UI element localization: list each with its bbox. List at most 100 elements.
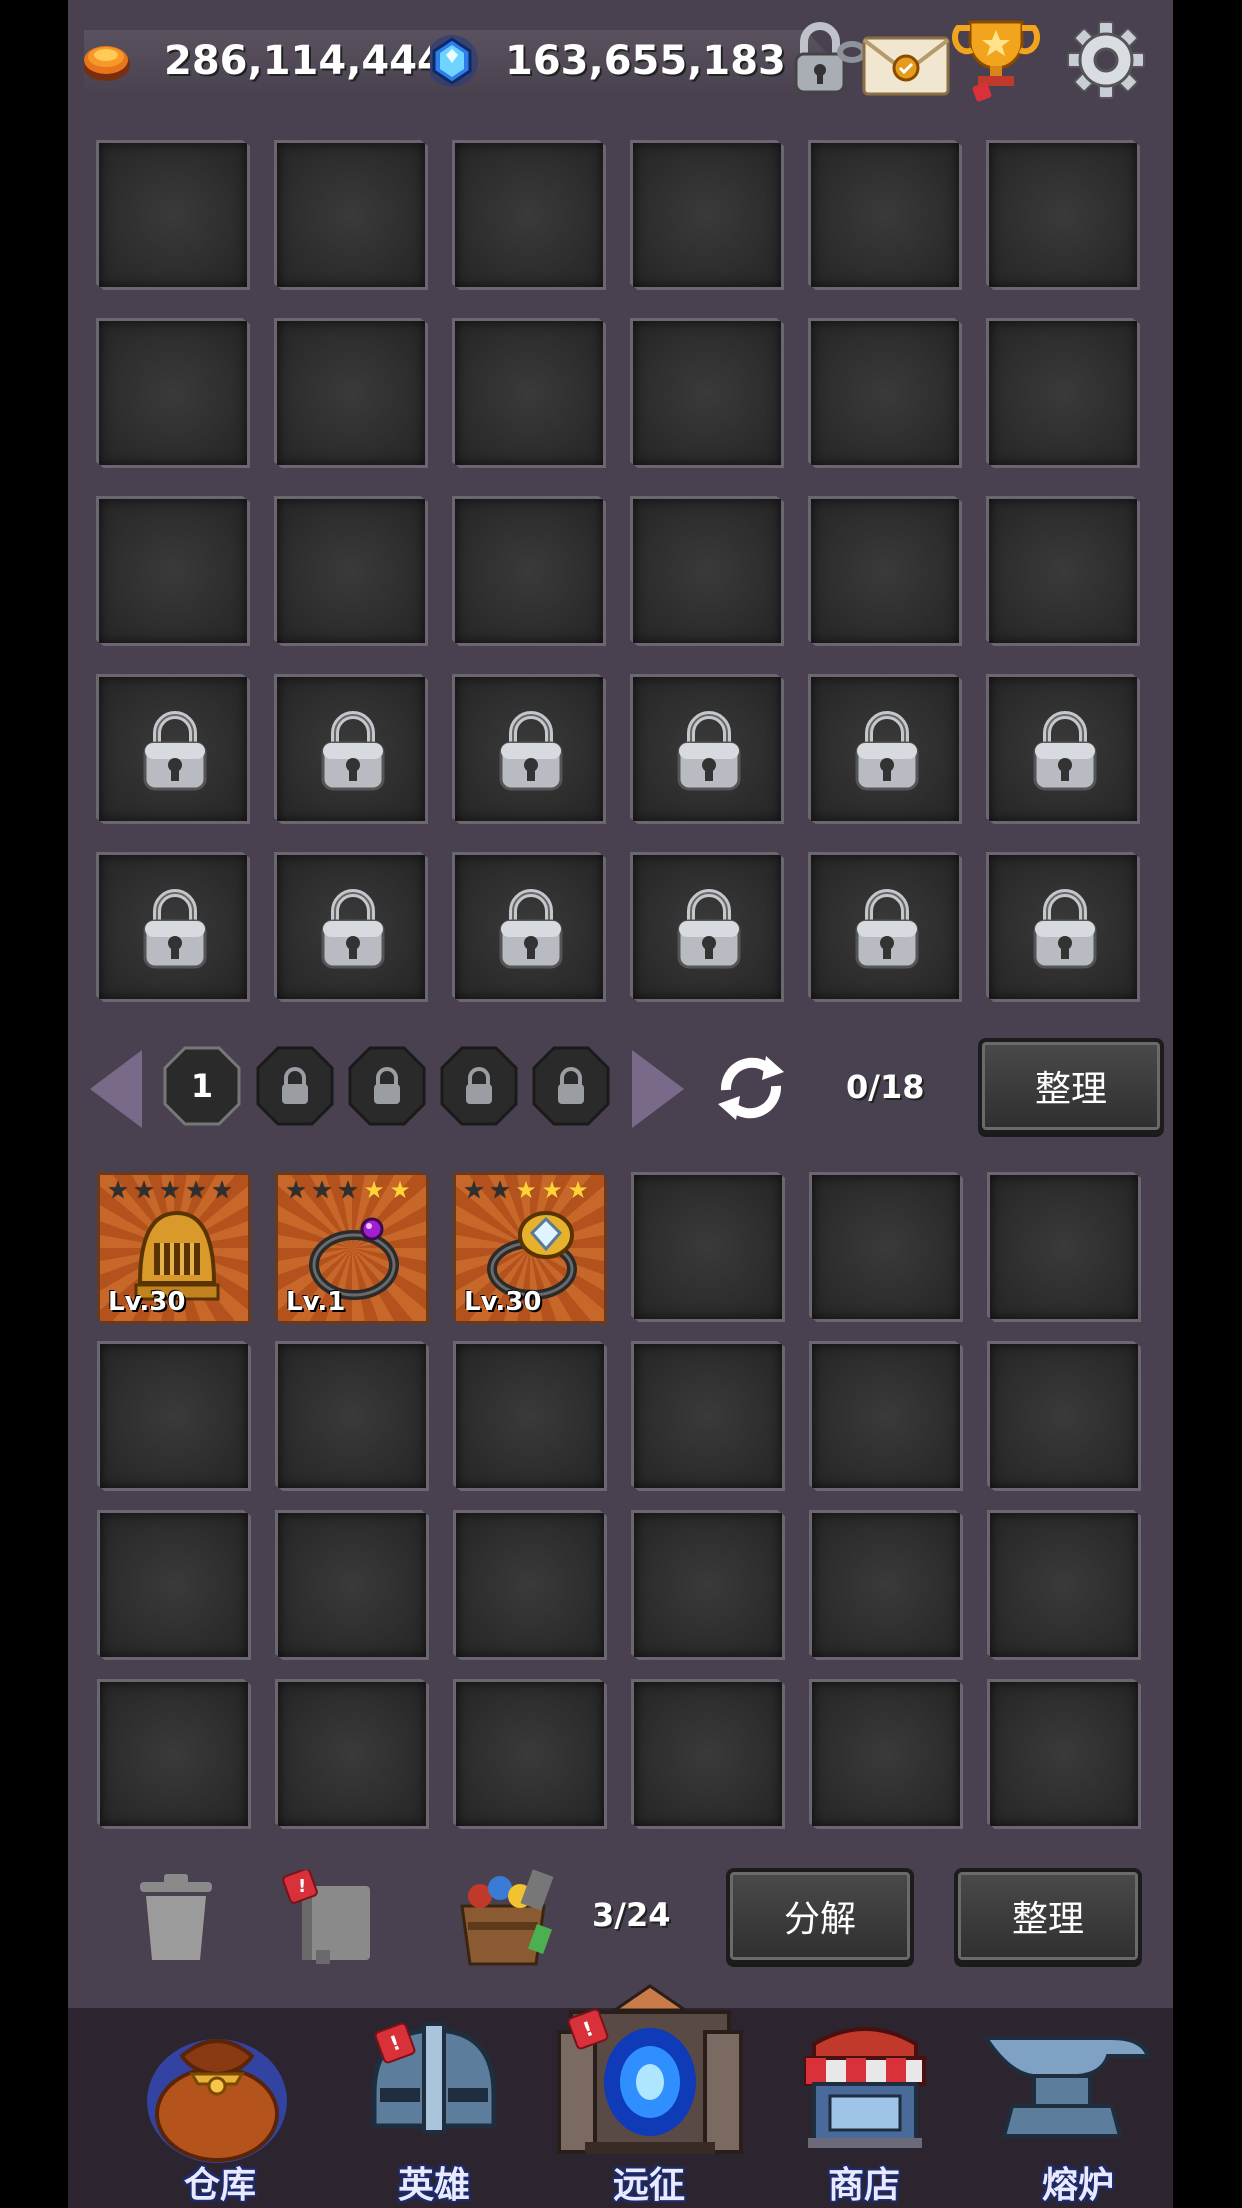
bag-slot[interactable] — [453, 1679, 607, 1829]
storage-slot[interactable] — [274, 496, 428, 646]
bag-slot[interactable] — [809, 1341, 963, 1491]
mail-icon[interactable] — [858, 14, 954, 104]
sort-bag-button[interactable]: 整理 — [954, 1868, 1142, 1964]
gem-counter: 163,655,183 — [430, 30, 834, 92]
lock-icon — [499, 889, 563, 969]
star-empty-icon: ★ — [311, 1176, 333, 1204]
portal-gate-icon — [557, 1984, 743, 2154]
storage-slot[interactable] — [274, 140, 428, 290]
bag-slot[interactable] — [275, 1341, 429, 1491]
bag-slot[interactable] — [631, 1679, 785, 1829]
blue-gem-icon — [430, 35, 478, 87]
nav-heroes-label: 英雄 — [397, 2165, 470, 2206]
locked-storage-slot[interactable] — [630, 674, 784, 824]
storage-slot[interactable] — [96, 318, 250, 468]
item-stars: ★ ★ ★ ★ ★ — [106, 1178, 234, 1202]
storage-slot[interactable] — [808, 496, 962, 646]
nav-heroes[interactable]: ! 英雄 — [334, 2008, 534, 2208]
storage-slot[interactable] — [452, 140, 606, 290]
bag-slot[interactable] — [631, 1510, 785, 1660]
bag-slot[interactable] — [97, 1679, 251, 1829]
lock-icon — [1033, 889, 1097, 969]
prev-page-arrow[interactable] — [86, 1048, 146, 1130]
bag-slot[interactable] — [809, 1172, 963, 1322]
bag-slot[interactable] — [453, 1510, 607, 1660]
storage-slot[interactable] — [630, 496, 784, 646]
nav-furnace[interactable]: 熔炉 — [978, 2008, 1173, 2208]
bag-item-golden-helmet[interactable]: ★ ★ ★ ★ ★ Lv.30 — [97, 1172, 251, 1324]
locked-storage-slot[interactable] — [452, 852, 606, 1002]
star-filled-icon: ★ — [363, 1176, 385, 1204]
star-filled-icon: ★ — [541, 1176, 563, 1204]
locked-storage-slot[interactable] — [452, 674, 606, 824]
locked-page-tab[interactable] — [256, 1046, 334, 1126]
bag-slot[interactable] — [809, 1679, 963, 1829]
locked-storage-slot[interactable] — [630, 852, 784, 1002]
storage-slot[interactable] — [274, 318, 428, 468]
bag-slot[interactable] — [453, 1341, 607, 1491]
trophy-icon[interactable] — [948, 14, 1044, 104]
refresh-icon[interactable] — [708, 1050, 794, 1126]
lock-icon — [677, 889, 741, 969]
decompose-button[interactable]: 分解 — [726, 1868, 914, 1964]
next-page-arrow[interactable] — [628, 1048, 688, 1130]
bag-slot[interactable] — [809, 1510, 963, 1660]
nav-furnace-label: 熔炉 — [1041, 2165, 1114, 2206]
trash-icon[interactable] — [136, 1874, 216, 1964]
locked-storage-slot[interactable] — [986, 674, 1140, 824]
locked-storage-slot[interactable] — [986, 852, 1140, 1002]
storage-slot[interactable] — [452, 318, 606, 468]
bag-slot[interactable] — [631, 1172, 785, 1322]
bag-slot[interactable] — [97, 1341, 251, 1491]
book-icon[interactable]: ! — [278, 1870, 378, 1966]
bag-slot[interactable] — [97, 1510, 251, 1660]
lock-icon — [855, 889, 919, 969]
locked-storage-slot[interactable] — [274, 852, 428, 1002]
star-empty-icon: ★ — [337, 1176, 359, 1204]
inventory-screen: 286,114,444 163,655,183 1 0/18 整理 ! 3/24… — [68, 0, 1173, 2208]
locked-page-tab[interactable] — [440, 1046, 518, 1126]
bag-slot[interactable] — [275, 1510, 429, 1660]
locked-storage-slot[interactable] — [274, 674, 428, 824]
sort-storage-label: 整理 — [1034, 1069, 1107, 1110]
anvil-icon — [982, 2036, 1151, 2138]
page-number: 1 — [190, 1067, 214, 1105]
treasure-sack-icon — [147, 2039, 287, 2163]
bag-slot[interactable] — [631, 1341, 785, 1491]
locked-storage-slot[interactable] — [96, 852, 250, 1002]
storage-slot[interactable] — [808, 140, 962, 290]
bag-slot[interactable] — [987, 1172, 1141, 1322]
storage-slot[interactable] — [96, 496, 250, 646]
storage-count: 0/18 — [846, 1068, 925, 1106]
nav-expedition[interactable]: ! 远征 — [549, 1984, 749, 2208]
gear-icon[interactable] — [1058, 14, 1154, 104]
nav-warehouse[interactable]: 仓库 — [120, 2008, 320, 2208]
storage-slot[interactable] — [630, 140, 784, 290]
storage-slot[interactable] — [986, 318, 1140, 468]
storage-slot[interactable] — [986, 496, 1140, 646]
bag-item-diamond-gold-ring[interactable]: ★ ★ ★ ★ ★ Lv.30 — [453, 1172, 607, 1324]
locked-page-tab[interactable] — [532, 1046, 610, 1126]
locked-storage-slot[interactable] — [96, 674, 250, 824]
bag-item-purple-gem-ring[interactable]: ★ ★ ★ ★ ★ Lv.1 — [275, 1172, 429, 1324]
storage-slot[interactable] — [452, 496, 606, 646]
nav-shop[interactable]: 商店 — [764, 2008, 964, 2208]
bag-slot[interactable] — [987, 1679, 1141, 1829]
item-level: Lv.30 — [108, 1287, 186, 1317]
locked-storage-slot[interactable] — [808, 852, 962, 1002]
storage-slot[interactable] — [96, 140, 250, 290]
decompose-label: 分解 — [783, 1899, 856, 1940]
book-alert-text: ! — [298, 1876, 306, 1897]
sort-storage-button[interactable]: 整理 — [978, 1038, 1164, 1134]
shop-stall-icon — [804, 2027, 926, 2148]
bag-slot[interactable] — [987, 1510, 1141, 1660]
locked-storage-slot[interactable] — [808, 674, 962, 824]
storage-slot[interactable] — [630, 318, 784, 468]
item-stars: ★ ★ ★ ★ ★ — [462, 1178, 590, 1202]
storage-slot[interactable] — [986, 140, 1140, 290]
locked-page-tab[interactable] — [348, 1046, 426, 1126]
star-empty-icon: ★ — [489, 1176, 511, 1204]
bag-slot[interactable] — [275, 1679, 429, 1829]
bag-slot[interactable] — [987, 1341, 1141, 1491]
storage-slot[interactable] — [808, 318, 962, 468]
